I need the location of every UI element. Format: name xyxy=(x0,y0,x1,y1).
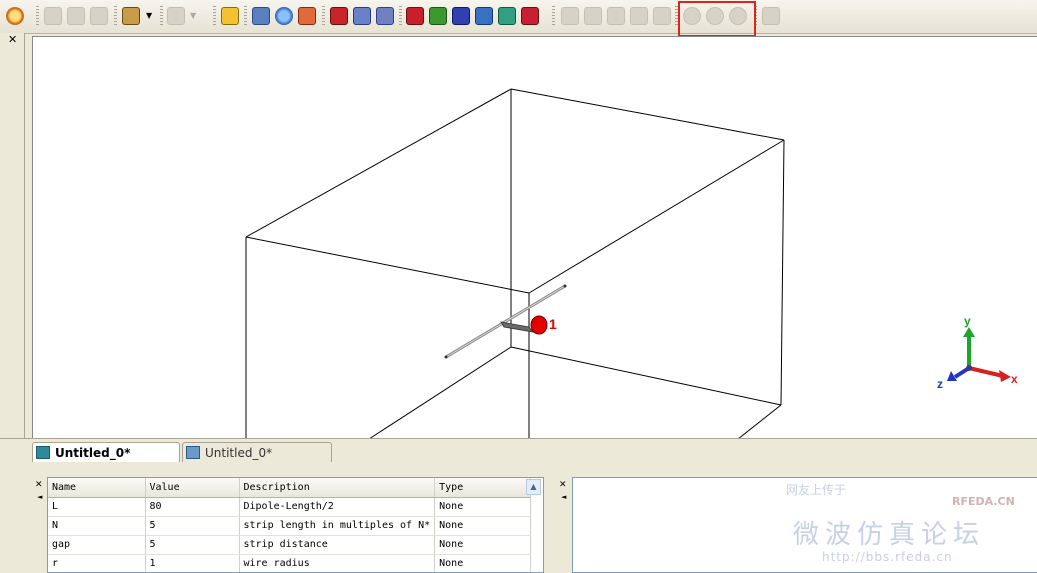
table-row[interactable]: gap 5 strip distance None xyxy=(48,535,532,555)
solver-tlm-icon[interactable] xyxy=(521,7,539,25)
close-icon[interactable]: ✕ xyxy=(35,480,43,490)
port-label: 1 xyxy=(549,316,557,332)
tab-label: Untitled_0* xyxy=(55,446,131,460)
tab-untitled-3d[interactable]: Untitled_0* xyxy=(32,442,180,462)
highlight-box xyxy=(678,1,756,37)
print-icon[interactable] xyxy=(122,7,140,25)
axis-z-label: z xyxy=(937,377,943,391)
cell-name[interactable]: r xyxy=(48,554,146,572)
axis-x-label: x xyxy=(1011,372,1018,386)
toolbar-grip[interactable] xyxy=(160,6,163,26)
wave-icon xyxy=(36,446,50,459)
left-dock-panel: ✕ xyxy=(0,33,25,438)
solver-t-icon[interactable] xyxy=(406,7,424,25)
parameter-table: Name Value Description Type L 80 Dipole-… xyxy=(48,478,532,572)
scroll-up-button[interactable]: ▲ xyxy=(526,479,541,495)
column-header-name[interactable]: Name xyxy=(48,478,146,498)
solver-f-icon[interactable] xyxy=(429,7,447,25)
cell-value[interactable]: 5 xyxy=(145,516,240,536)
table-row[interactable]: L 80 Dipole-Length/2 None xyxy=(48,497,532,517)
cell-value[interactable]: 5 xyxy=(145,535,240,555)
window-icon[interactable] xyxy=(167,7,185,25)
refresh-icon[interactable] xyxy=(90,7,108,25)
result-icon[interactable] xyxy=(584,7,602,25)
toolbar-grip[interactable] xyxy=(552,6,555,26)
column-header-type[interactable]: Type xyxy=(434,478,532,498)
table-header-row: Name Value Description Type xyxy=(48,478,532,498)
tab-label: Untitled_0* xyxy=(205,446,273,460)
copy-icon[interactable] xyxy=(44,7,62,25)
cell-type[interactable]: None xyxy=(434,554,532,572)
cell-description[interactable]: wire radius xyxy=(239,554,436,572)
3d-viewport[interactable]: 1 y x z xyxy=(32,36,1037,439)
close-icon[interactable]: ✕ xyxy=(8,33,17,46)
cell-description[interactable]: Dipole-Length/2 xyxy=(239,497,436,517)
toolbar-grip[interactable] xyxy=(244,6,247,26)
cell-description[interactable]: strip length in multiples of N* xyxy=(239,516,436,536)
toolbar-grip[interactable] xyxy=(36,6,39,26)
watermark-url: http://bbs.rfeda.cn xyxy=(822,550,953,564)
port-marker[interactable] xyxy=(530,315,548,335)
toolbar-grip[interactable] xyxy=(322,6,325,26)
result-icon[interactable] xyxy=(607,7,625,25)
column-header-description[interactable]: Description xyxy=(239,478,436,498)
solver-a-icon[interactable] xyxy=(498,7,516,25)
result-icon[interactable] xyxy=(561,7,579,25)
close-icon[interactable]: ✕ xyxy=(559,480,567,490)
stack-icon[interactable] xyxy=(67,7,85,25)
schematic-icon xyxy=(186,446,200,459)
cell-type[interactable]: None xyxy=(434,535,532,555)
watermark-brand: RFEDA.CN xyxy=(952,495,1015,508)
watermark-uploader: 网友上传于 xyxy=(786,483,847,497)
cell-value[interactable]: 1 xyxy=(145,554,240,572)
cube-view-icon[interactable] xyxy=(298,7,316,25)
satellite-icon[interactable] xyxy=(353,7,371,25)
document-tabbar: Untitled_0* Untitled_0* xyxy=(0,438,1037,465)
bounding-box xyxy=(245,88,785,439)
axis-gizmo xyxy=(947,327,1011,382)
result-icon[interactable] xyxy=(630,7,648,25)
dropdown-arrow-icon[interactable]: ▼ xyxy=(146,7,154,25)
table-row[interactable]: r 1 wire radius None xyxy=(48,554,532,572)
cell-name[interactable]: gap xyxy=(48,535,146,555)
pin-arrow-icon[interactable]: ◄ xyxy=(37,493,42,501)
cell-description[interactable]: strip distance xyxy=(239,535,436,555)
clock-icon[interactable] xyxy=(6,7,24,25)
cell-name[interactable]: L xyxy=(48,497,146,517)
cell-type[interactable]: None xyxy=(434,516,532,536)
model-view: 1 y x z xyxy=(245,88,1018,439)
main-toolbar: ▼ ▼ xyxy=(0,0,1037,37)
cell-type[interactable]: None xyxy=(434,497,532,517)
cell-name[interactable]: N xyxy=(48,516,146,536)
rotate-icon[interactable] xyxy=(275,7,293,25)
parameter-list: Name Value Description Type L 80 Dipole-… xyxy=(47,477,544,573)
pin-arrow-icon[interactable]: ◄ xyxy=(561,493,566,501)
ruler-icon[interactable] xyxy=(221,7,239,25)
solver-e-icon[interactable] xyxy=(452,7,470,25)
toolbar-grip[interactable] xyxy=(399,6,402,26)
dropdown-arrow-icon[interactable]: ▼ xyxy=(190,7,198,25)
watermark-forum: 微波仿真论坛 xyxy=(793,520,986,550)
table-row[interactable]: N 5 strip length in multiples of N* None xyxy=(48,516,532,536)
result-icon[interactable] xyxy=(653,7,671,25)
toolbar-grip[interactable] xyxy=(213,6,216,26)
export-icon[interactable] xyxy=(762,7,780,25)
book-icon[interactable] xyxy=(330,7,348,25)
probe-icon[interactable] xyxy=(376,7,394,25)
solver-i-icon[interactable] xyxy=(475,7,493,25)
tab-untitled-schematic[interactable]: Untitled_0* xyxy=(182,442,332,462)
axis-y-label: y xyxy=(964,314,971,328)
column-header-value[interactable]: Value xyxy=(145,478,240,498)
toolbar-grip[interactable] xyxy=(114,6,117,26)
zoom-fit-icon[interactable] xyxy=(252,7,270,25)
cell-value[interactable]: 80 xyxy=(145,497,240,517)
